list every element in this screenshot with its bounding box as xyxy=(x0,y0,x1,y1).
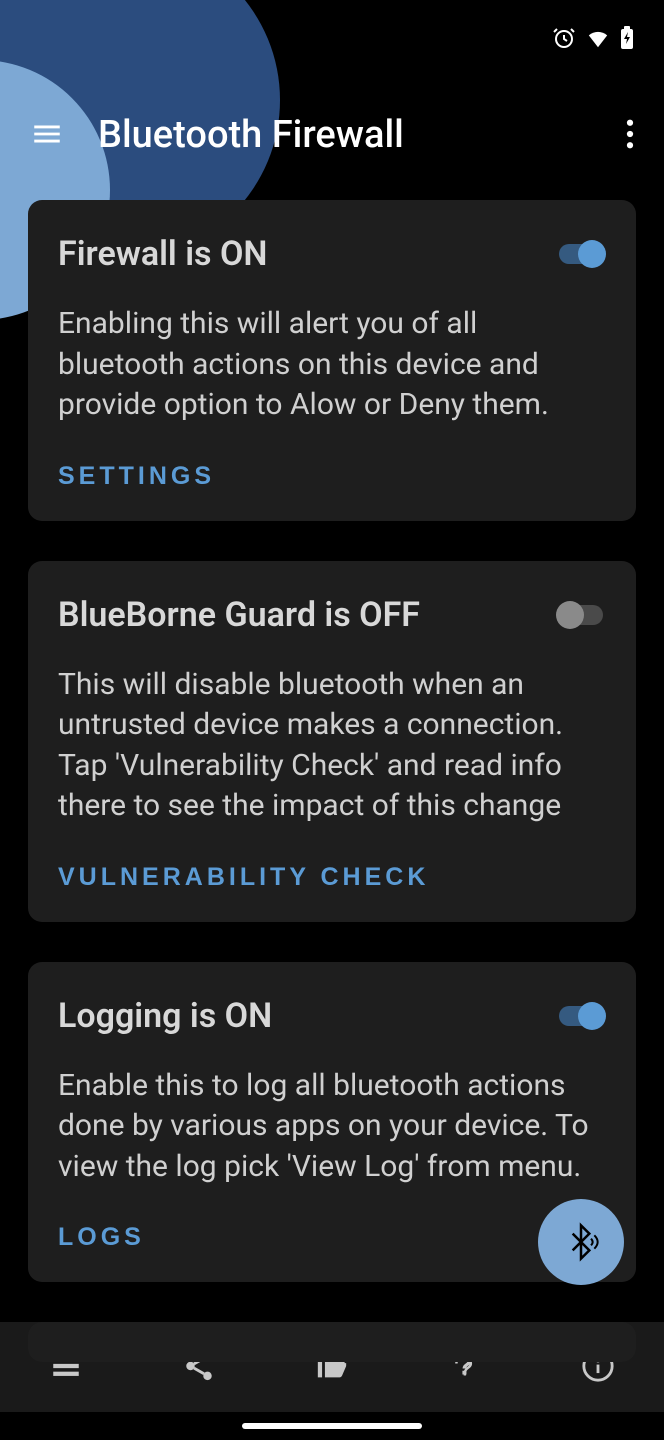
status-bar: 10:58 P xyxy=(0,0,664,80)
nav-handle[interactable] xyxy=(242,1423,422,1429)
p-icon: P xyxy=(113,24,135,57)
content: Firewall is ON Enabling this will alert … xyxy=(0,190,664,1362)
bluetooth-audio-icon xyxy=(561,1222,601,1262)
status-right xyxy=(552,24,634,57)
wifi-icon xyxy=(586,24,610,57)
menu-button[interactable] xyxy=(20,107,74,164)
alarm-icon xyxy=(552,24,576,57)
blueborne-card: BlueBorne Guard is OFF This will disable… xyxy=(28,561,636,922)
card-header: Logging is ON xyxy=(58,996,606,1036)
logging-desc: Enable this to log all bluetooth actions… xyxy=(58,1066,606,1188)
battery-icon xyxy=(620,24,634,57)
settings-button[interactable]: SETTINGS xyxy=(58,462,215,491)
shield-icon xyxy=(147,24,169,57)
vulnerability-check-button[interactable]: VULNERABILITY CHECK xyxy=(58,863,429,892)
logs-button[interactable]: LOGS xyxy=(58,1223,145,1252)
status-time: 10:58 xyxy=(30,24,101,57)
firewall-toggle[interactable] xyxy=(556,240,606,268)
card-header: BlueBorne Guard is OFF xyxy=(58,595,606,635)
firewall-card: Firewall is ON Enabling this will alert … xyxy=(28,200,636,521)
logging-title: Logging is ON xyxy=(58,996,272,1036)
more-button[interactable] xyxy=(616,109,644,162)
firewall-desc: Enabling this will alert you of all blue… xyxy=(58,304,606,426)
firewall-title: Firewall is ON xyxy=(58,234,267,274)
blueborne-toggle[interactable] xyxy=(556,601,606,629)
blueborne-desc: This will disable bluetooth when an untr… xyxy=(58,665,606,827)
hamburger-icon xyxy=(30,117,64,151)
blueborne-title: BlueBorne Guard is OFF xyxy=(58,595,420,635)
logging-toggle[interactable] xyxy=(556,1002,606,1030)
bluetooth-fab[interactable] xyxy=(538,1199,624,1285)
app-bar: Bluetooth Firewall xyxy=(0,80,664,190)
more-vert-icon xyxy=(626,119,634,149)
next-card-peek xyxy=(28,1322,636,1362)
app-title: Bluetooth Firewall xyxy=(98,113,616,157)
nav-bar xyxy=(0,1412,664,1440)
card-header: Firewall is ON xyxy=(58,234,606,274)
svg-text:P: P xyxy=(120,32,128,47)
status-left: 10:58 P xyxy=(30,24,169,57)
